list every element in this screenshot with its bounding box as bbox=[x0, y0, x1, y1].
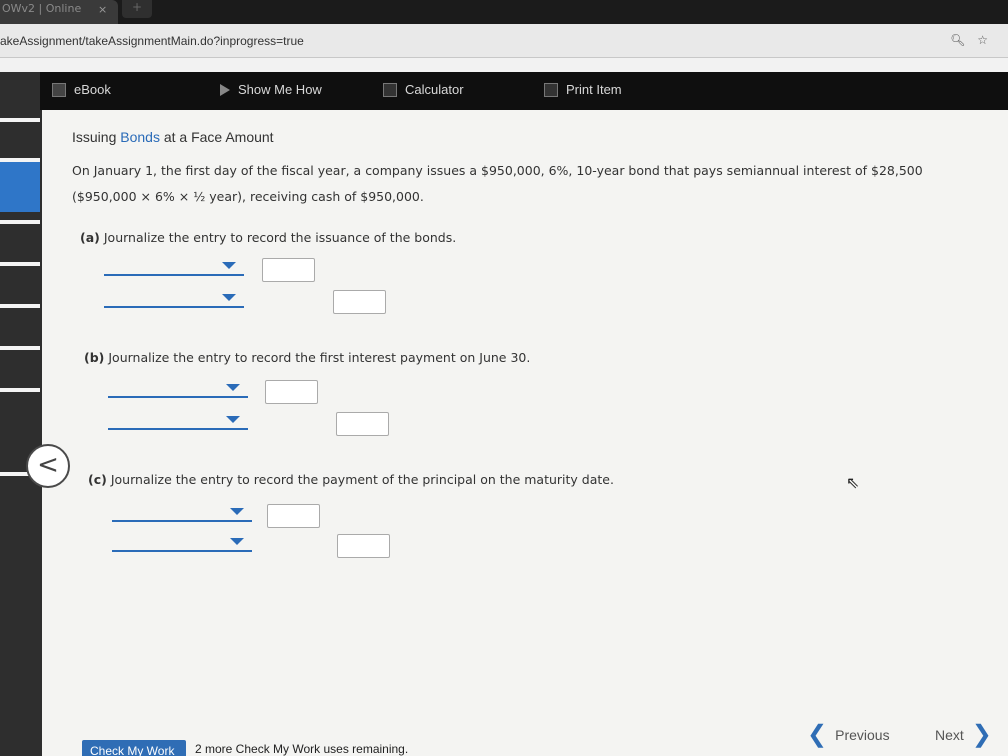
sidebar-divider bbox=[0, 220, 40, 224]
dropdown-caret-icon bbox=[230, 508, 244, 515]
part-a-credit-account-select[interactable] bbox=[104, 290, 244, 308]
part-b-prompt: (b) Journalize the entry to record the fi… bbox=[84, 350, 530, 365]
print-item-button[interactable]: Print Item bbox=[544, 82, 622, 97]
browser-tab[interactable]: OWv2 | Online × bbox=[0, 0, 118, 24]
next-button[interactable]: Next ❯ bbox=[935, 720, 992, 749]
problem-content: Issuing Bonds at a Face Amount On Januar… bbox=[42, 110, 1008, 756]
dropdown-caret-icon bbox=[226, 384, 240, 391]
problem-title: Issuing Bonds at a Face Amount bbox=[72, 129, 274, 145]
part-text: Journalize the entry to record the issua… bbox=[103, 230, 457, 245]
page-top-strip bbox=[0, 58, 1008, 72]
part-a-prompt: (a) Journalize the entry to record the is… bbox=[80, 230, 456, 245]
chevron-right-icon: ❯ bbox=[971, 721, 992, 748]
bonds-glossary-link[interactable]: Bonds bbox=[120, 129, 160, 145]
sidebar-divider bbox=[0, 118, 40, 122]
show-me-how-label: Show Me How bbox=[238, 82, 322, 97]
sidebar-divider bbox=[0, 304, 40, 308]
calculator-icon bbox=[383, 82, 397, 97]
part-c-prompt: (c) Journalize the entry to record the pa… bbox=[88, 472, 614, 487]
part-c-debit-amount-input[interactable] bbox=[267, 504, 320, 528]
part-text: Journalize the entry to record the payme… bbox=[110, 472, 614, 487]
book-icon bbox=[52, 82, 66, 97]
mouse-cursor-icon: ⇖ bbox=[846, 473, 860, 492]
zoom-icon[interactable]: 🔍︎ bbox=[950, 33, 965, 47]
print-icon bbox=[544, 82, 558, 97]
part-b-credit-amount-input[interactable] bbox=[336, 412, 389, 436]
calculator-label: Calculator bbox=[405, 82, 464, 97]
ebook-label: eBook bbox=[74, 82, 111, 97]
dropdown-caret-icon bbox=[230, 538, 244, 545]
part-letter: (a) bbox=[80, 230, 100, 245]
check-my-work-button[interactable]: Check My Work bbox=[82, 740, 186, 756]
tab-title: OWv2 | Online bbox=[2, 2, 82, 15]
star-icon[interactable]: ☆ bbox=[977, 33, 988, 47]
part-b-debit-amount-input[interactable] bbox=[265, 380, 318, 404]
part-b-credit-account-select[interactable] bbox=[108, 412, 248, 430]
assignment-toolbar: eBook Show Me How Calculator Print Item bbox=[40, 72, 1008, 110]
calculator-button[interactable]: Calculator bbox=[383, 82, 464, 97]
dropdown-caret-icon bbox=[226, 416, 240, 423]
check-my-work-remaining: 2 more Check My Work uses remaining. bbox=[195, 742, 409, 756]
chevron-left-icon: ❮ bbox=[807, 721, 828, 748]
url-text[interactable]: akeAssignment/takeAssignmentMain.do?inpr… bbox=[0, 34, 304, 48]
play-icon bbox=[220, 83, 230, 96]
part-letter: (c) bbox=[88, 472, 107, 487]
title-suffix: at a Face Amount bbox=[159, 129, 274, 145]
sidebar-divider bbox=[0, 388, 40, 392]
sidebar-divider bbox=[0, 346, 40, 350]
previous-button[interactable]: ❮ Previous bbox=[807, 720, 890, 749]
sidebar-item-active[interactable] bbox=[0, 162, 40, 212]
show-me-how-button[interactable]: Show Me How bbox=[220, 82, 322, 97]
part-letter: (b) bbox=[84, 350, 105, 365]
part-a-debit-amount-input[interactable] bbox=[262, 258, 315, 282]
chevron-left-icon: < bbox=[37, 450, 59, 480]
problem-line-1: On January 1, the first day of the fisca… bbox=[72, 163, 923, 178]
part-a-credit-amount-input[interactable] bbox=[333, 290, 386, 314]
ebook-button[interactable]: eBook bbox=[52, 82, 111, 97]
browser-tab-strip: OWv2 | Online × + bbox=[0, 0, 1008, 24]
part-b-debit-account-select[interactable] bbox=[108, 380, 248, 398]
part-a-debit-account-select[interactable] bbox=[104, 258, 244, 276]
part-c-credit-account-select[interactable] bbox=[112, 534, 252, 552]
part-c-credit-amount-input[interactable] bbox=[337, 534, 390, 558]
next-label: Next bbox=[935, 726, 964, 743]
address-bar-icons: 🔍︎ ☆ bbox=[942, 33, 988, 47]
left-sidebar bbox=[0, 72, 42, 756]
part-c-debit-account-select[interactable] bbox=[112, 504, 252, 522]
sidebar-divider bbox=[0, 262, 40, 266]
dropdown-caret-icon bbox=[222, 294, 236, 301]
tab-close-icon[interactable]: × bbox=[98, 3, 107, 16]
address-bar: akeAssignment/takeAssignmentMain.do?inpr… bbox=[0, 24, 1008, 58]
dropdown-caret-icon bbox=[222, 262, 236, 269]
previous-label: Previous bbox=[835, 726, 890, 743]
problem-line-2: ($950,000 × 6% × ½ year), receiving cash… bbox=[72, 189, 424, 204]
problem-statement: On January 1, the first day of the fisca… bbox=[72, 158, 1002, 210]
print-item-label: Print Item bbox=[566, 82, 622, 97]
part-text: Journalize the entry to record the first… bbox=[108, 350, 531, 365]
collapse-sidebar-button[interactable]: < bbox=[26, 444, 70, 488]
new-tab-button[interactable]: + bbox=[122, 0, 152, 18]
title-prefix: Issuing bbox=[72, 129, 121, 145]
